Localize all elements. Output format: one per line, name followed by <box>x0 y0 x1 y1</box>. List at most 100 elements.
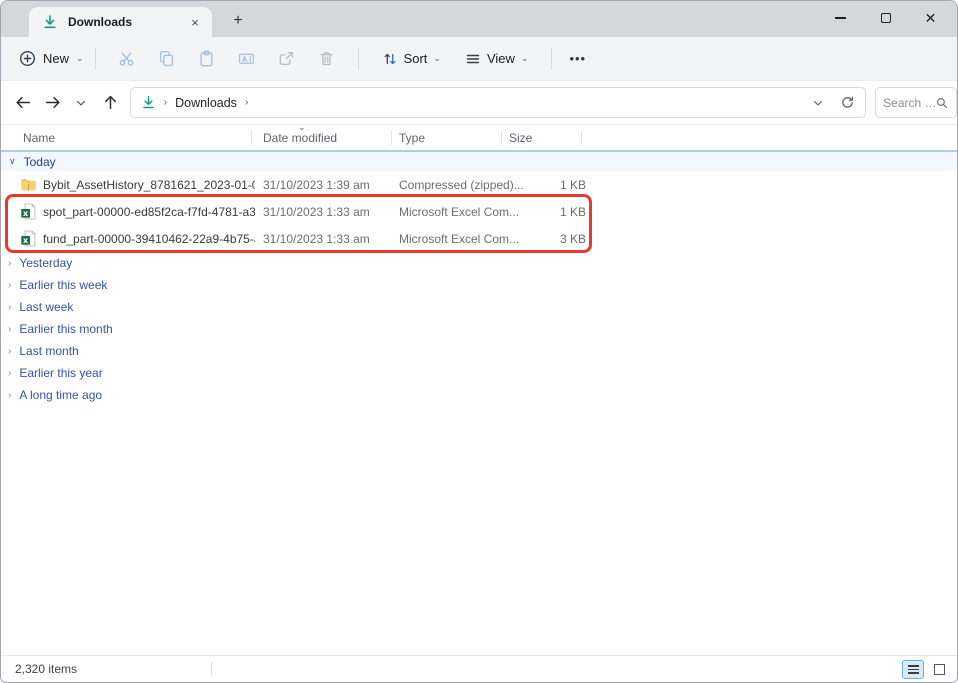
cut-button[interactable] <box>107 50 147 67</box>
download-icon <box>42 14 58 30</box>
column-header-name[interactable]: Name <box>23 131 55 145</box>
file-name: fund_part-00000-39410462-22a9-4b75-afb1-… <box>43 232 255 246</box>
sort-arrows-icon <box>382 51 398 67</box>
file-size: 3 KB <box>501 232 586 246</box>
group-header-earlier-this-year[interactable]: › Earlier this year <box>1 362 957 384</box>
share-button[interactable] <box>267 50 307 67</box>
group-header-last-month[interactable]: › Last month <box>1 340 957 362</box>
excel-file-icon: x <box>20 230 37 247</box>
chevron-right-icon: › <box>8 258 11 269</box>
back-button[interactable] <box>9 88 38 118</box>
chevron-down-icon: ⌄ <box>76 53 84 64</box>
column-header-row: Name ⌄ Date modified Type Size <box>1 125 957 150</box>
view-button-label: View <box>487 51 515 66</box>
column-header-type[interactable]: Type <box>399 131 425 145</box>
column-divider[interactable] <box>391 130 392 145</box>
chevron-down-icon: ⌄ <box>521 53 529 64</box>
tab-downloads[interactable]: Downloads × <box>29 7 212 37</box>
paste-button[interactable] <box>187 50 227 67</box>
file-explorer-window: Downloads × + ✕ New ⌄ <box>0 0 958 683</box>
group-label: A long time ago <box>19 388 102 402</box>
details-view-icon <box>908 665 919 667</box>
recent-locations-chevron-icon[interactable] <box>67 88 96 118</box>
group-label: Last month <box>19 344 78 358</box>
item-count: 2,320 items <box>15 662 77 676</box>
column-divider[interactable] <box>581 130 582 145</box>
toolbar-divider <box>358 48 359 70</box>
chevron-down-icon: ⌄ <box>433 53 441 64</box>
breadcrumb[interactable]: › Downloads › <box>130 87 866 118</box>
group-header-earlier-this-week[interactable]: › Earlier this week <box>1 274 957 296</box>
sort-button[interactable]: Sort ⌄ <box>382 51 441 67</box>
tab-close-icon[interactable]: × <box>186 13 204 31</box>
zip-folder-icon <box>20 176 37 193</box>
breadcrumb-separator: › <box>245 97 248 108</box>
group-label: Yesterday <box>19 256 72 270</box>
close-button[interactable]: ✕ <box>908 1 953 35</box>
window-controls: ✕ <box>818 1 953 37</box>
details-view-button[interactable] <box>902 660 924 679</box>
excel-file-icon: x <box>20 203 37 220</box>
forward-button[interactable] <box>38 88 67 118</box>
plus-circle-icon <box>19 50 36 67</box>
tab-title: Downloads <box>68 15 186 29</box>
minimize-button[interactable] <box>818 1 863 35</box>
file-row-fund[interactable]: x fund_part-00000-39410462-22a9-4b75-afb… <box>1 225 957 252</box>
group-header-earlier-this-month[interactable]: › Earlier this month <box>1 318 957 340</box>
group-label: Earlier this month <box>19 322 112 336</box>
group-header-a-long-time-ago[interactable]: › A long time ago <box>1 384 957 406</box>
chevron-right-icon: › <box>8 280 11 291</box>
sort-button-label: Sort <box>404 51 428 66</box>
new-button-label: New <box>43 51 69 66</box>
view-toggles <box>902 660 950 679</box>
group-label-today: Today <box>24 155 56 169</box>
group-header-last-week[interactable]: › Last week <box>1 296 957 318</box>
chevron-right-icon: › <box>8 302 11 313</box>
file-size: 1 KB <box>501 178 586 192</box>
more-options-button[interactable]: ••• <box>569 51 586 66</box>
group-header-yesterday[interactable]: › Yesterday <box>1 252 957 274</box>
group-label: Last week <box>19 300 73 314</box>
file-row-zip[interactable]: Bybit_AssetHistory_8781621_2023-01-01_20… <box>1 171 957 198</box>
breadcrumb-segment-downloads[interactable]: Downloads <box>175 96 237 110</box>
file-row-spot[interactable]: x spot_part-00000-ed85f2ca-f7fd-4781-a3e… <box>1 198 957 225</box>
rename-button[interactable] <box>227 50 267 67</box>
file-list: Name ⌄ Date modified Type Size ∨ Today B… <box>1 125 957 657</box>
search-icon <box>935 96 949 110</box>
new-tab-button[interactable]: + <box>227 10 249 32</box>
view-button[interactable]: View ⌄ <box>465 51 529 67</box>
search-box[interactable] <box>875 87 957 118</box>
group-header-today[interactable]: ∨ Today <box>1 150 957 171</box>
file-name: Bybit_AssetHistory_8781621_2023-01-01_20… <box>43 178 255 192</box>
file-date-modified: 31/10/2023 1:33 am <box>263 205 370 219</box>
refresh-icon[interactable] <box>840 95 855 110</box>
large-icons-view-icon <box>934 664 945 675</box>
toolbar-divider <box>551 48 552 70</box>
large-icons-view-button[interactable] <box>928 660 950 679</box>
address-dropdown-chevron-icon[interactable] <box>812 97 824 109</box>
column-divider[interactable] <box>501 130 502 145</box>
chevron-right-icon: › <box>8 368 11 379</box>
column-header-date-modified[interactable]: Date modified <box>263 131 337 145</box>
maximize-button[interactable] <box>863 1 908 35</box>
chevron-down-icon[interactable]: ∨ <box>9 156 16 167</box>
maximize-icon <box>881 13 891 23</box>
up-button[interactable] <box>96 88 125 118</box>
column-header-size[interactable]: Size <box>509 131 532 145</box>
download-icon <box>141 95 156 110</box>
file-name: spot_part-00000-ed85f2ca-f7fd-4781-a3e6-… <box>43 205 255 219</box>
search-input[interactable] <box>883 96 935 110</box>
svg-text:x: x <box>23 209 29 218</box>
group-label: Earlier this week <box>19 278 107 292</box>
chevron-right-icon: › <box>8 324 11 335</box>
svg-text:x: x <box>23 236 29 245</box>
copy-button[interactable] <box>147 50 187 67</box>
address-bar: › Downloads › <box>1 81 957 125</box>
column-divider[interactable] <box>251 130 252 145</box>
chevron-right-icon: › <box>8 346 11 357</box>
new-button[interactable]: New ⌄ <box>19 50 84 67</box>
status-divider <box>211 662 212 676</box>
file-date-modified: 31/10/2023 1:33 am <box>263 232 370 246</box>
chevron-right-icon: › <box>8 390 11 401</box>
delete-button[interactable] <box>307 50 347 67</box>
